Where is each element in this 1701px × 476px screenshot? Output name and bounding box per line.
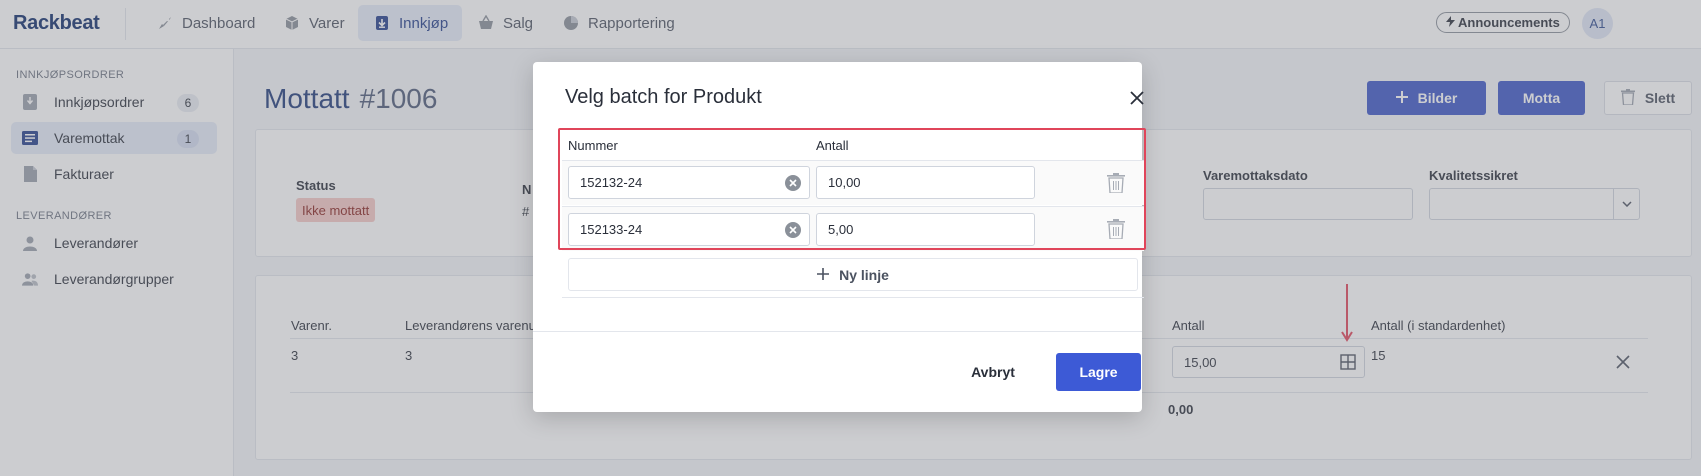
highlight-box bbox=[558, 128, 1146, 250]
cancel-button[interactable]: Avbryt bbox=[962, 353, 1024, 391]
modal-footer-divider bbox=[533, 331, 1142, 332]
divider bbox=[562, 297, 1144, 298]
modal-title: Velg batch for Produkt bbox=[565, 86, 762, 108]
save-button[interactable]: Lagre bbox=[1056, 353, 1141, 391]
new-line-button[interactable]: Ny linje bbox=[568, 258, 1138, 291]
plus-icon bbox=[817, 267, 830, 283]
close-icon[interactable] bbox=[1125, 86, 1149, 110]
new-line-label: Ny linje bbox=[839, 266, 889, 283]
